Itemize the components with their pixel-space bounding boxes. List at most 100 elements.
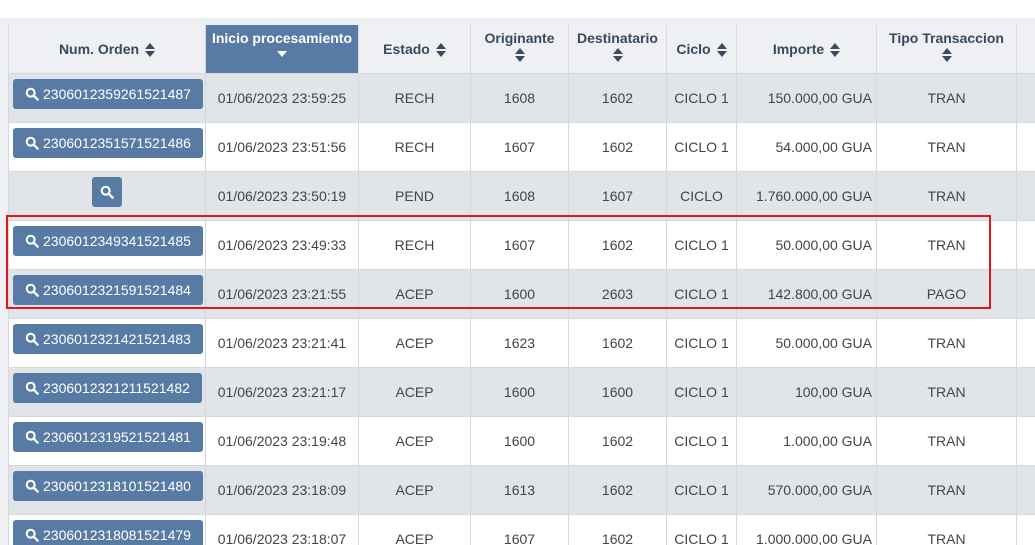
cell-originante: 1600 — [471, 417, 569, 466]
cell-destinatario: 1602 — [569, 221, 667, 270]
cell-ciclo: CICLO 1 — [667, 319, 737, 368]
cell-originante: 1608 — [471, 172, 569, 221]
cell-originante: 1607 — [471, 123, 569, 172]
cell-destinatario: 1600 — [569, 368, 667, 417]
sort-icon — [942, 48, 952, 62]
cell-originante: 1613 — [471, 466, 569, 515]
order-detail-button[interactable]: 2306012321211521482 — [13, 373, 202, 403]
cell-inicio: 01/06/2023 23:21:17 — [206, 368, 359, 417]
cell-importe: 150.000,00 GUA — [737, 74, 877, 123]
cell-extra — [1017, 221, 1035, 270]
header-destinatario[interactable]: Destinatario — [569, 25, 667, 74]
cell-tipo: TRAN — [877, 74, 1017, 123]
order-detail-button[interactable]: 2306012321591521484 — [13, 275, 203, 305]
cell-estado: ACEP — [359, 417, 471, 466]
header-estado[interactable]: Estado — [359, 25, 471, 74]
table-row: 230601231810152148001/06/2023 23:18:09AC… — [9, 466, 1035, 515]
header-estado-label: Estado — [383, 41, 430, 57]
search-icon — [25, 283, 39, 297]
table-row: 230601235926152148701/06/2023 23:59:25RE… — [9, 74, 1035, 123]
cell-tipo: TRAN — [877, 172, 1017, 221]
top-bar — [0, 0, 1035, 18]
cell-estado: ACEP — [359, 319, 471, 368]
cell-tipo: TRAN — [877, 368, 1017, 417]
order-detail-button[interactable]: 2306012359261521487 — [13, 79, 203, 109]
cell-estado: ACEP — [359, 466, 471, 515]
sort-icon — [830, 43, 840, 57]
header-ciclo[interactable]: Ciclo — [667, 25, 737, 74]
header-num-orden[interactable]: Num. Orden — [9, 25, 206, 74]
header-inicio-procesamiento[interactable]: Inicio procesamiento — [206, 25, 359, 74]
cell-extra — [1017, 123, 1035, 172]
cell-tipo: TRAN — [877, 466, 1017, 515]
cell-importe: 50.000,00 GUA — [737, 319, 877, 368]
cell-importe: 1.000.000,00 GUA — [737, 515, 877, 545]
orders-table: Num. Orden Inicio procesamiento Estado O… — [8, 25, 1035, 545]
cell-estado: ACEP — [359, 515, 471, 545]
cell-ciclo: CICLO 1 — [667, 515, 737, 545]
cell-tipo: TRAN — [877, 123, 1017, 172]
table-row: 2306012319521521481 01/06/2023 23:19:48AC… — [9, 417, 1035, 466]
order-number: 2306012319521521481 — [43, 429, 191, 445]
cell-num-orden: 2306012321421521483 — [9, 319, 206, 368]
order-detail-button[interactable]: 2306012318101521480 — [13, 471, 203, 501]
order-number: 2306012359261521487 — [43, 86, 191, 102]
cell-originante: 1607 — [471, 221, 569, 270]
header-importe[interactable]: Importe — [737, 25, 877, 74]
order-detail-button[interactable] — [92, 177, 122, 207]
search-icon — [25, 381, 39, 395]
cell-tipo: PAGO — [877, 270, 1017, 319]
cell-estado: RECH — [359, 123, 471, 172]
sort-icon — [717, 43, 727, 57]
cell-destinatario: 1602 — [569, 417, 667, 466]
cell-extra — [1017, 74, 1035, 123]
cell-originante: 1608 — [471, 74, 569, 123]
cell-ciclo: CICLO 1 — [667, 270, 737, 319]
cell-num-orden: 2306012349341521485 — [9, 221, 206, 270]
cell-originante: 1623 — [471, 319, 569, 368]
cell-destinatario: 1602 — [569, 319, 667, 368]
header-tipo-label: Tipo Transaccion — [889, 30, 1004, 46]
order-number: 2306012321421521483 — [43, 331, 191, 347]
orders-table-container: Num. Orden Inicio procesamiento Estado O… — [8, 25, 1035, 545]
header-num-orden-label: Num. Orden — [59, 41, 139, 57]
search-icon — [25, 332, 39, 346]
header-tipo-transaccion[interactable]: Tipo Transaccion — [877, 25, 1017, 74]
cell-extra — [1017, 417, 1035, 466]
header-originante[interactable]: Originante — [471, 25, 569, 74]
cell-destinatario: 1602 — [569, 515, 667, 545]
sort-icon — [145, 43, 155, 57]
search-icon — [25, 430, 39, 444]
cell-importe: 1.000,00 GUA — [737, 417, 877, 466]
cell-importe: 100,00 GUA — [737, 368, 877, 417]
cell-destinatario: 1602 — [569, 466, 667, 515]
search-icon — [25, 87, 39, 101]
order-number: 2306012321591521484 — [43, 282, 191, 298]
cell-extra — [1017, 466, 1035, 515]
search-icon — [100, 185, 114, 199]
table-row: 230601235157152148601/06/2023 23:51:56RE… — [9, 123, 1035, 172]
cell-num-orden: 2306012321591521484 — [9, 270, 206, 319]
cell-tipo: TRAN — [877, 515, 1017, 545]
cell-inicio: 01/06/2023 23:19:48 — [206, 417, 359, 466]
cell-num-orden: 2306012318101521480 — [9, 466, 206, 515]
search-icon — [25, 479, 39, 493]
order-detail-button[interactable]: 2306012319521521481 — [13, 422, 203, 452]
cell-inicio: 01/06/2023 23:21:41 — [206, 319, 359, 368]
header-extra-column — [1017, 25, 1035, 74]
cell-tipo: TRAN — [877, 221, 1017, 270]
cell-tipo: TRAN — [877, 319, 1017, 368]
order-detail-button[interactable]: 2306012321421521483 — [13, 324, 203, 354]
search-icon — [25, 136, 39, 150]
sort-icon — [436, 43, 446, 57]
cell-destinatario: 1602 — [569, 123, 667, 172]
cell-importe: 142.800,00 GUA — [737, 270, 877, 319]
order-detail-button[interactable]: 2306012318081521479 — [13, 520, 203, 545]
cell-num-orden: 2306012321211521482 — [9, 368, 206, 417]
order-detail-button[interactable]: 2306012351571521486 — [13, 128, 203, 158]
search-icon — [25, 234, 39, 248]
order-detail-button[interactable]: 2306012349341521485 — [13, 226, 203, 256]
sort-icon — [515, 48, 525, 62]
cell-num-orden — [9, 172, 206, 221]
cell-extra — [1017, 172, 1035, 221]
